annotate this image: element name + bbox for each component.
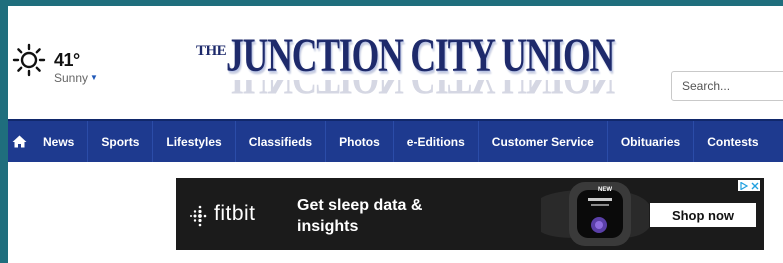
weather-condition: Sunny <box>54 71 89 85</box>
ad-banner[interactable]: fitbit Get sleep data & insights NEW Sho… <box>176 178 764 250</box>
main-nav: News Sports Lifestyles Classifieds Photo… <box>8 119 783 162</box>
sun-icon <box>12 43 46 77</box>
masthead-prefix: THE <box>196 43 227 59</box>
ad-headline: Get sleep data & insights <box>297 197 423 235</box>
nav-item-obituaries[interactable]: Obituaries <box>606 121 693 162</box>
fitbit-logo-icon <box>190 205 207 227</box>
watch-image <box>541 182 649 246</box>
nav-item-e-editions[interactable]: e-Editions <box>392 121 478 162</box>
home-icon <box>12 135 27 148</box>
nav-item-lifestyles[interactable]: Lifestyles <box>152 121 234 162</box>
nav-item-contests[interactable]: Contests <box>693 121 771 162</box>
shop-now-button[interactable]: Shop now <box>650 203 756 227</box>
temperature: 41° <box>54 50 80 70</box>
masthead-logo[interactable]: THE JUNCTION CITY UNION JUNCTION CITY UN… <box>196 24 656 104</box>
masthead-reflection: JUNCTION CITY UNION <box>226 80 646 102</box>
nav-home[interactable] <box>10 121 29 162</box>
adchoices-icon[interactable] <box>738 180 760 191</box>
masthead-title: JUNCTION CITY UNION <box>226 29 615 82</box>
ad-brand: fitbit <box>214 202 256 225</box>
nav-item-sports[interactable]: Sports <box>87 121 152 162</box>
caret-down-icon[interactable]: ▼ <box>90 73 98 82</box>
nav-item-customer-service[interactable]: Customer Service <box>477 121 607 162</box>
nav-item-news[interactable]: News <box>29 121 87 162</box>
ad-new-badge: NEW <box>598 187 612 193</box>
page: 41° Sunny ▼ THE JUNCTION CITY UNION JUNC… <box>8 6 783 263</box>
nav-item-photos[interactable]: Photos <box>325 121 393 162</box>
nav-item-classifieds[interactable]: Classifieds <box>234 121 325 162</box>
weather-widget[interactable]: 41° Sunny ▼ <box>8 40 118 90</box>
search-input[interactable] <box>671 71 783 101</box>
